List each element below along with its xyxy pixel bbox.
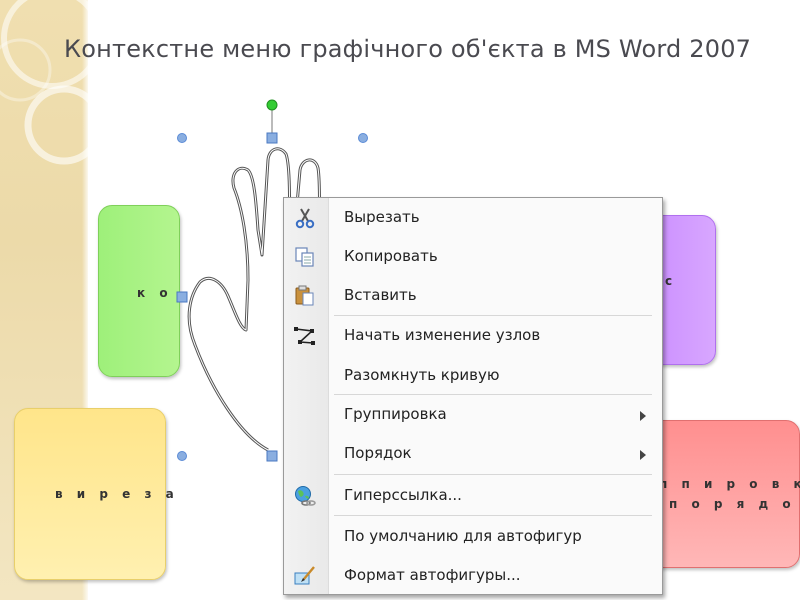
menu-item-order[interactable]: Порядок: [284, 439, 662, 469]
rotation-handle[interactable]: [266, 99, 278, 111]
edit-points-icon: [294, 327, 315, 345]
red-shape-text-line2: п о р я д о к: [669, 497, 800, 511]
resize-handle-top-right[interactable]: [358, 133, 368, 143]
menu-separator: [334, 394, 652, 395]
slide-title: Контекстне меню графічного об'єкта в MS …: [64, 35, 752, 63]
menu-item-cut-label: Вырезать: [344, 208, 420, 226]
menu-item-grouping-label: Группировка: [344, 405, 447, 423]
menu-item-set-autoshape-defaults[interactable]: По умолчанию для автофигур: [284, 522, 662, 552]
decorative-rings: [0, 0, 104, 165]
menu-item-copy[interactable]: Копировать: [284, 242, 662, 272]
red-shape-text-line1: п п и р о в к а: [659, 477, 800, 491]
context-menu: Вырезать Копировать Вставить Начать изме…: [283, 197, 663, 595]
menu-item-open-path-label: Разомкнуть кривую: [344, 366, 500, 384]
submenu-arrow-icon: [640, 450, 646, 460]
submenu-arrow-icon: [640, 411, 646, 421]
menu-item-hyperlink[interactable]: Гиперссылка...: [284, 481, 662, 511]
hyperlink-globe-icon: [295, 486, 316, 506]
copy-icon: [295, 247, 314, 267]
resize-handle-bottom-left[interactable]: [177, 451, 187, 461]
menu-item-cut[interactable]: Вырезать: [284, 203, 662, 233]
format-shape-icon: [294, 566, 315, 585]
menu-item-paste-label: Вставить: [344, 286, 417, 304]
menu-item-order-label: Порядок: [344, 444, 412, 462]
resize-handle-left[interactable]: [176, 291, 188, 303]
resize-handle-top-left[interactable]: [177, 133, 187, 143]
menu-separator: [334, 474, 652, 475]
menu-item-grouping[interactable]: Группировка: [284, 400, 662, 430]
scissors-icon: [295, 208, 315, 229]
resize-handle-top[interactable]: [266, 132, 278, 144]
menu-separator: [334, 515, 652, 516]
violet-shape-text: с: [665, 274, 678, 288]
resize-handle-bottom[interactable]: [266, 450, 278, 462]
menu-item-paste[interactable]: Вставить: [284, 281, 662, 311]
menu-item-format-autoshape-label: Формат автофигуры...: [344, 566, 521, 584]
menu-separator: [334, 315, 652, 316]
yellow-shape-text: в и р е з а: [55, 487, 179, 501]
menu-item-open-path[interactable]: Разомкнуть кривую: [284, 361, 662, 391]
menu-item-copy-label: Копировать: [344, 247, 438, 265]
paste-icon: [295, 285, 314, 306]
menu-item-format-autoshape[interactable]: Формат автофигуры...: [284, 561, 662, 591]
menu-item-edit-points-label: Начать изменение узлов: [344, 326, 541, 344]
menu-item-edit-points[interactable]: Начать изменение узлов: [284, 321, 662, 351]
menu-item-hyperlink-label: Гиперссылка...: [344, 486, 462, 504]
yellow-shape: в и р е з а: [14, 408, 174, 580]
red-shape: п п и р о в к а п о р я д о к: [640, 420, 800, 568]
menu-item-set-autoshape-defaults-label: По умолчанию для автофигур: [344, 527, 582, 545]
